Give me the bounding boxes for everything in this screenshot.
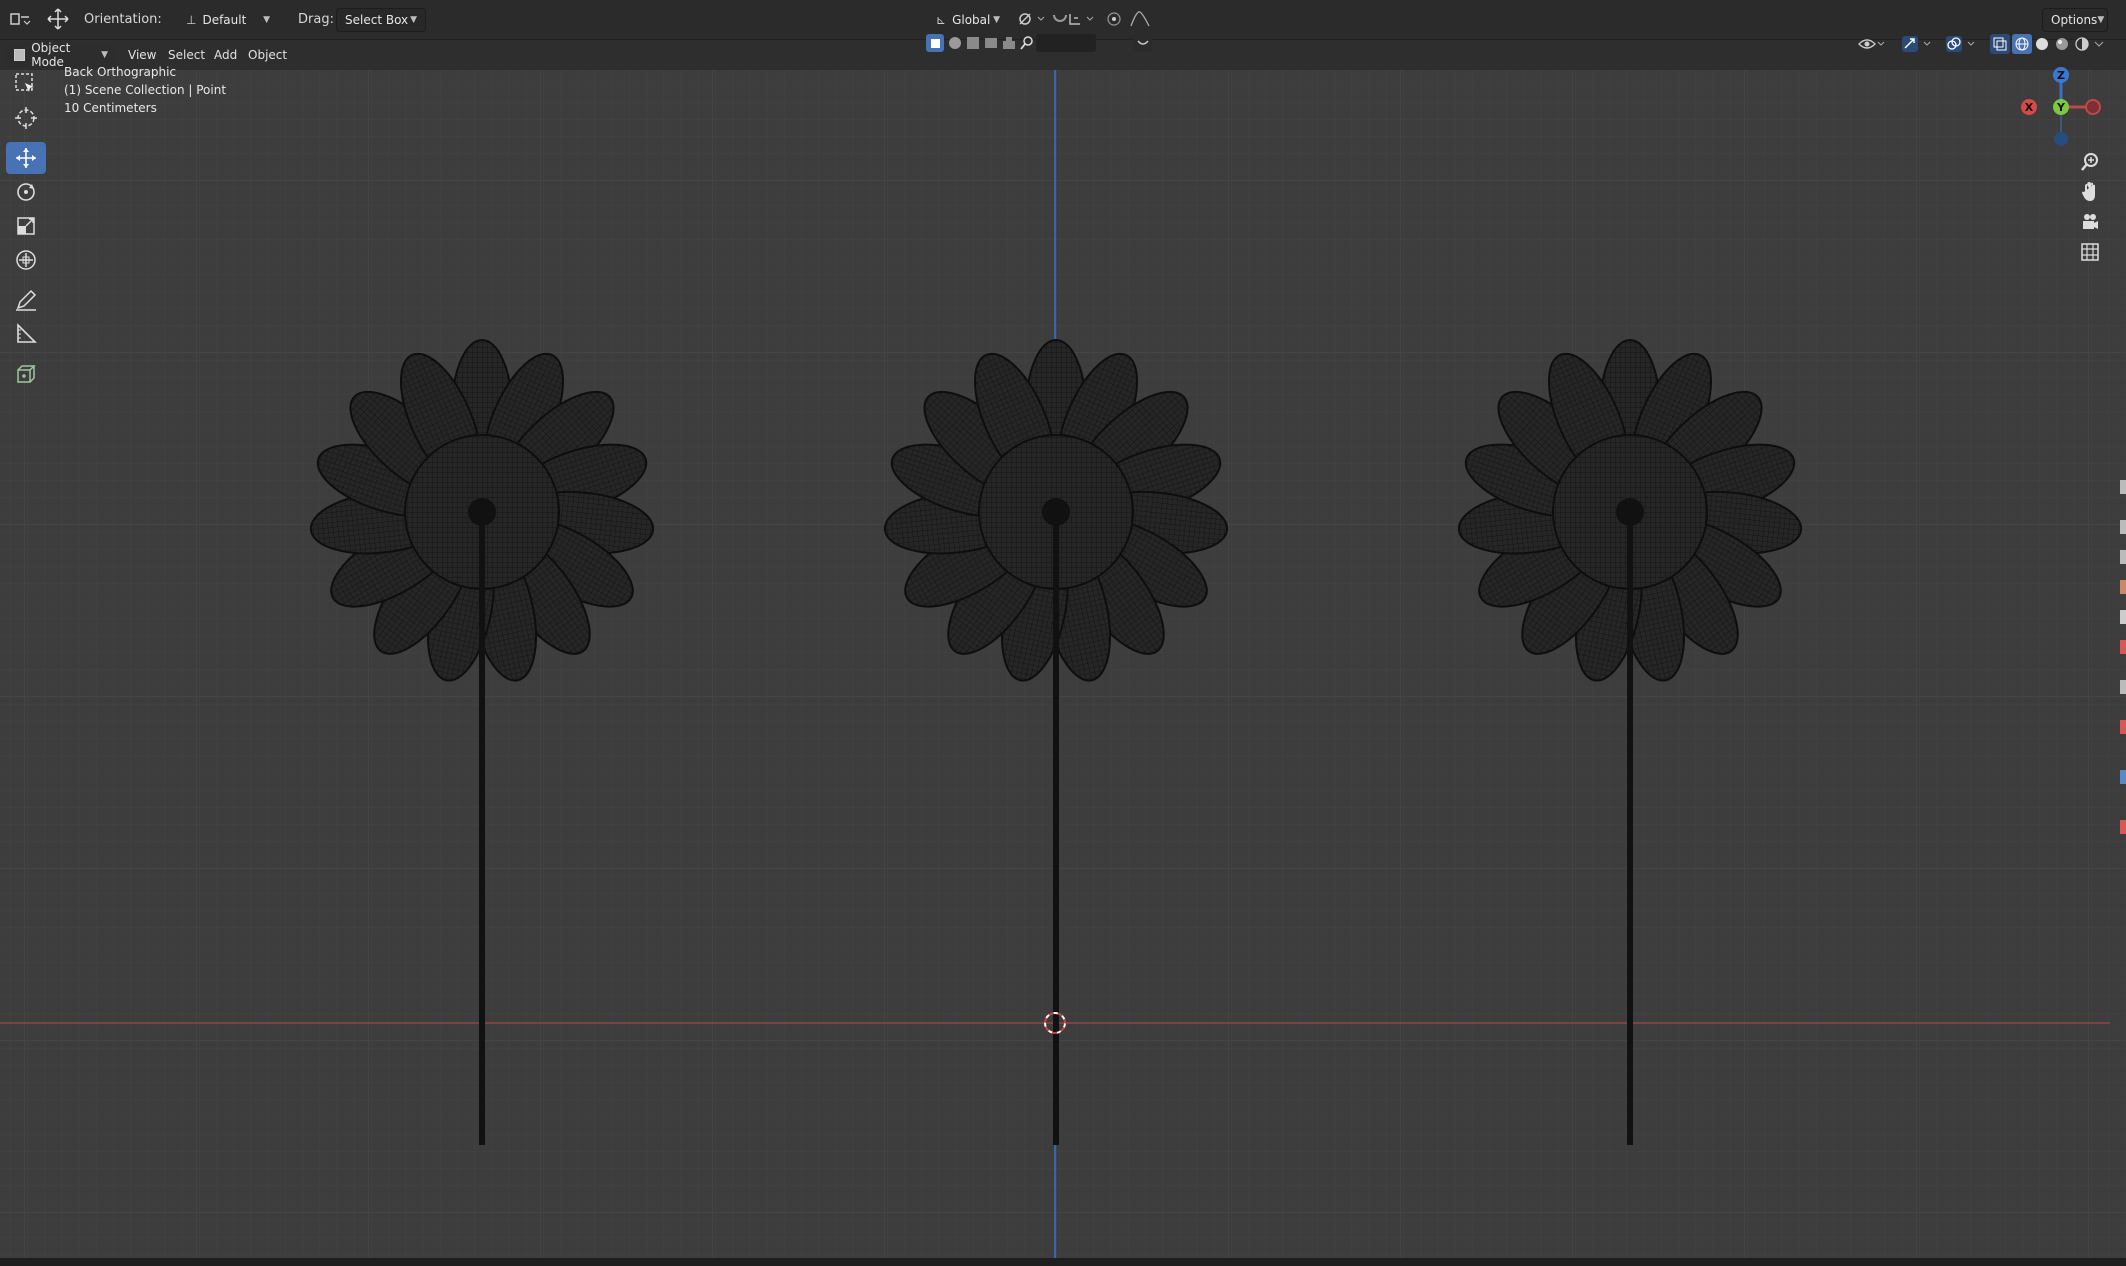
sidebar-tabs-edge[interactable] [2114, 440, 2126, 840]
move-tool-header-icon[interactable] [46, 8, 70, 30]
orientation-icon: ⊥ [186, 13, 197, 27]
gizmo-toggle-icon[interactable] [1900, 34, 1936, 54]
orientation-value: Default [202, 13, 247, 27]
navigation-gizmo[interactable]: Z X Y [2016, 62, 2106, 152]
rotate-tool[interactable] [6, 176, 46, 208]
annotate-tool[interactable] [6, 284, 46, 316]
measure-icon [17, 323, 37, 343]
snap-icon[interactable] [1050, 8, 1098, 30]
grid-view-button[interactable] [2070, 238, 2110, 266]
cursor-icon [15, 107, 37, 129]
orientation-label: Orientation: [84, 11, 162, 27]
editor-type-icon[interactable] [8, 8, 32, 30]
drag-label: Drag: [298, 11, 334, 27]
annotate-icon [16, 289, 37, 311]
chevron-down-icon: ▼ [2097, 15, 2105, 25]
visibility-eye-icon[interactable] [1856, 34, 1886, 54]
chevron-down-icon: ▼ [101, 50, 108, 60]
menu-object[interactable]: Object [248, 44, 287, 66]
grid-view-icon [2081, 243, 2099, 261]
proportional-editing-icon[interactable] [1104, 8, 1124, 30]
object-type-camera-icon[interactable] [982, 34, 1000, 52]
pan-hand-icon [2082, 182, 2095, 201]
transform-orientation-value: Global [952, 13, 991, 27]
measure-tool[interactable] [6, 318, 46, 350]
xray-icon[interactable] [1990, 34, 2010, 54]
collection-label: (1) Scene Collection | Point [64, 83, 227, 97]
viewport-shading-group [1850, 34, 2110, 56]
chevron-down-icon: ▼ [263, 15, 270, 25]
select-set-icon[interactable] [926, 34, 944, 52]
viewport-canvas[interactable] [0, 0, 2126, 1266]
gizmo-z-label: Z [2057, 69, 2065, 82]
object-type-curve-icon[interactable] [964, 34, 982, 52]
transform-tool[interactable] [6, 244, 46, 276]
drag-dropdown[interactable]: Select Box ▼ [336, 8, 426, 32]
shading-solid-icon[interactable] [2032, 34, 2052, 54]
status-bar-edge [0, 1258, 2126, 1266]
object-mode-icon [14, 49, 26, 61]
object-type-mesh-icon[interactable] [946, 34, 964, 52]
rotate-icon [17, 183, 35, 201]
transform-orientation-dropdown[interactable]: ⊾ Global ▼ [928, 8, 1008, 32]
gizmo-neg-x-icon[interactable] [2085, 99, 2101, 115]
grid-scale-label: 10 Centimeters [64, 101, 157, 115]
scale-tool[interactable] [6, 210, 46, 242]
select-box-tool[interactable] [6, 68, 46, 100]
pivot-point-icon[interactable] [1014, 8, 1048, 30]
search-icon[interactable] [1018, 34, 1036, 52]
add-cube-icon [17, 365, 36, 383]
shading-material-icon[interactable] [2052, 34, 2072, 54]
move-icon [16, 148, 36, 168]
search-box[interactable] [1036, 34, 1096, 52]
menu-view[interactable]: View [128, 44, 156, 66]
camera-icon [2083, 214, 2098, 229]
selection-toggle-group [926, 34, 1156, 54]
overlays-icon[interactable] [1944, 34, 1980, 54]
viewport-grid [0, 70, 2126, 1258]
options-label: Options [2051, 13, 2098, 27]
transform-icon [16, 250, 36, 270]
zoom-button[interactable] [2070, 148, 2110, 176]
chevron-down-icon: ▼ [410, 15, 417, 25]
menu-add[interactable]: Add [214, 44, 237, 66]
drag-value: Select Box [345, 13, 409, 27]
chevron-down-icon: ▼ [993, 15, 1000, 25]
view-name-label: Back Orthographic [64, 65, 177, 79]
scale-icon [17, 217, 35, 235]
select-box-icon [15, 73, 34, 92]
filter-chevron-icon[interactable] [1134, 34, 1152, 52]
mode-dropdown[interactable]: Object Mode ▼ [6, 41, 116, 69]
gizmo-neg-z-icon[interactable] [2054, 132, 2068, 146]
menu-select[interactable]: Select [168, 44, 205, 66]
shading-wireframe-icon[interactable] [2012, 34, 2032, 54]
camera-view-button[interactable] [2070, 208, 2110, 236]
object-type-light-icon[interactable] [1000, 34, 1018, 52]
falloff-icon[interactable] [1128, 8, 1152, 30]
cursor-tool[interactable] [6, 102, 46, 134]
add-cube-tool[interactable] [6, 358, 46, 390]
pan-button[interactable] [2070, 178, 2110, 206]
shading-options-chevron-icon[interactable] [2092, 34, 2106, 54]
shading-rendered-icon[interactable] [2072, 34, 2092, 54]
orientation-dropdown[interactable]: ⊥ Default ▼ [178, 8, 278, 32]
gizmo-x-label: X [2025, 101, 2034, 114]
gizmo-y-label: Y [2056, 101, 2066, 114]
move-tool[interactable] [6, 142, 46, 174]
global-axis-icon: ⊾ [936, 13, 947, 27]
zoom-icon [2081, 153, 2098, 171]
options-dropdown[interactable]: Options ▼ [2042, 8, 2108, 32]
